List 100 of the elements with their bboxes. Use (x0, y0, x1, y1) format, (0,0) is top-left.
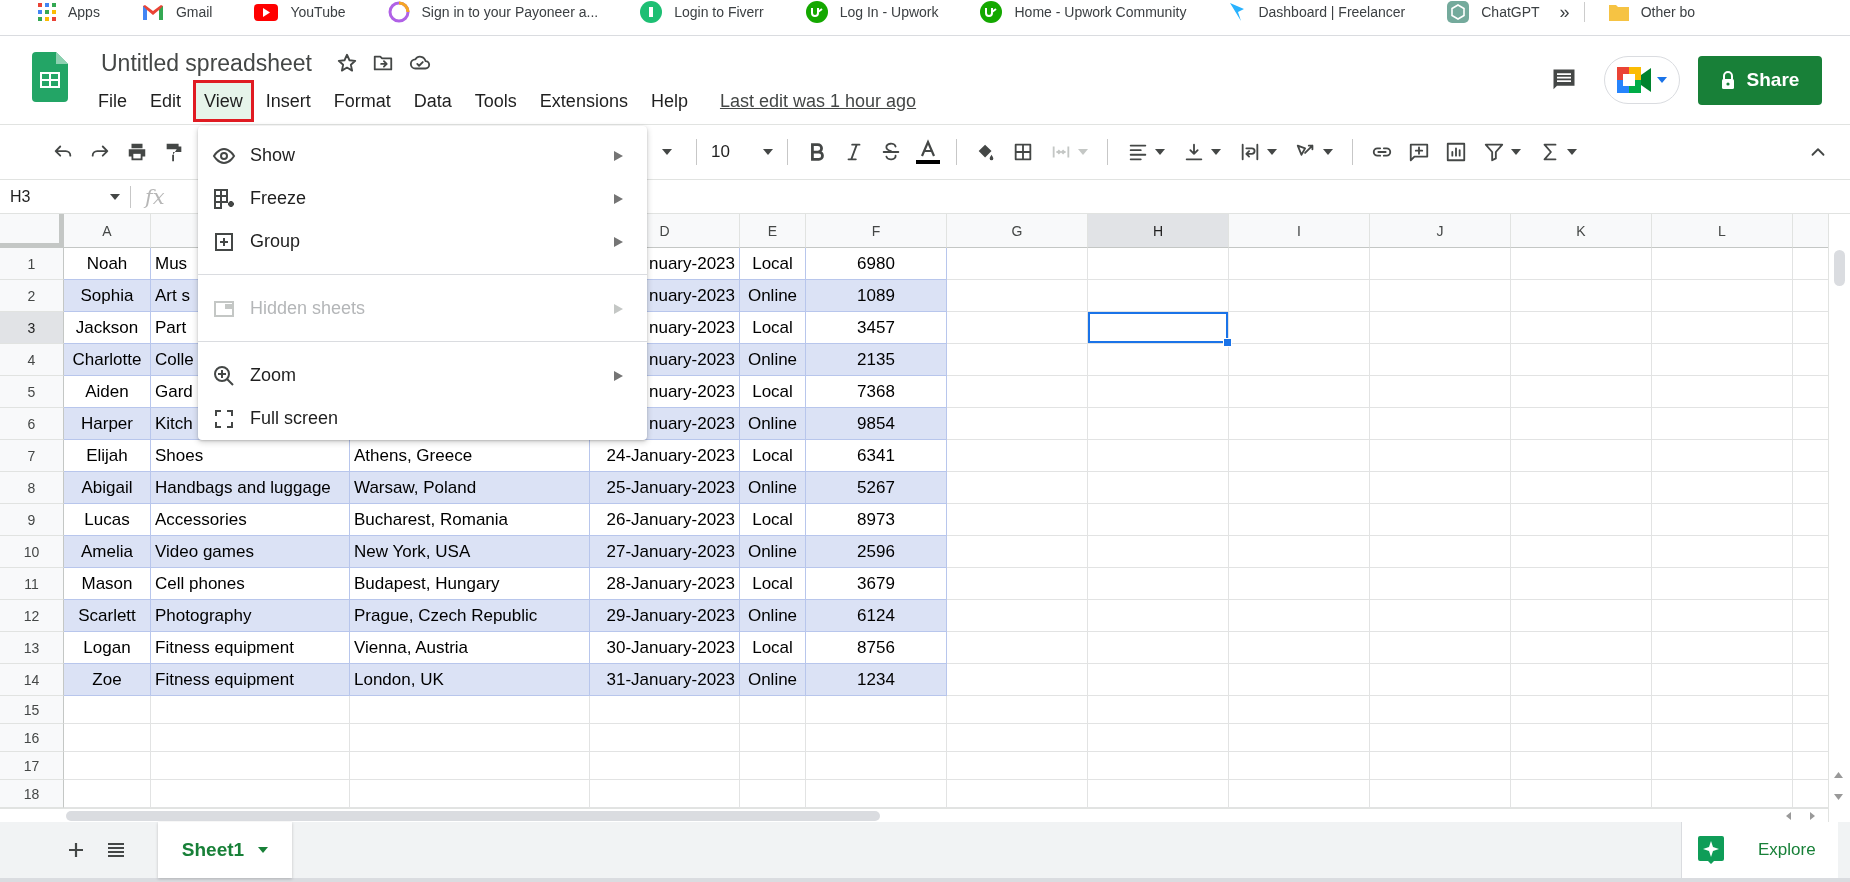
scrollbar-thumb[interactable] (66, 811, 880, 821)
menu-icon[interactable] (107, 842, 125, 858)
row-header[interactable]: 9 (0, 504, 64, 536)
row-header[interactable]: 17 (0, 752, 64, 780)
row-header[interactable]: 10 (0, 536, 64, 568)
round-logo-icon[interactable] (805, 1, 828, 23)
column-header[interactable]: G (947, 214, 1088, 248)
row-header[interactable]: 18 (0, 780, 64, 808)
fill-handle[interactable] (1223, 338, 1232, 347)
scroll-up-icon[interactable] (1834, 772, 1843, 778)
caret-icon[interactable] (1511, 149, 1521, 155)
column-header[interactable]: L (1652, 214, 1793, 248)
menu-item[interactable]: View (193, 80, 254, 122)
menu-item[interactable]: Show (198, 134, 647, 177)
table-cell: 29-January-2023 (590, 600, 740, 632)
row-header[interactable]: 3 (0, 312, 64, 344)
row-header[interactable]: 11 (0, 568, 64, 600)
bookmark-link[interactable]: Home - Upwork Community (970, 1, 1197, 23)
table-cell: Zoe (64, 664, 151, 696)
caret-icon[interactable] (1323, 149, 1333, 155)
explore-button[interactable]: Explore (1681, 822, 1838, 878)
scroll-right-icon[interactable] (1808, 812, 1816, 820)
table-cell: Harper (64, 408, 151, 440)
row-header[interactable]: 1 (0, 248, 64, 280)
row-header[interactable]: 7 (0, 440, 64, 472)
scroll-left-icon[interactable] (1785, 812, 1793, 820)
mail-icon[interactable] (141, 3, 164, 21)
zoom-in-icon (212, 363, 236, 388)
apps-icon[interactable] (38, 3, 56, 21)
menu-item[interactable]: Tools (463, 80, 528, 122)
sheet-tab[interactable]: Sheet1 (158, 822, 292, 878)
add-icon[interactable] (67, 841, 85, 859)
document-title[interactable]: Untitled spreadsheet (101, 49, 312, 77)
table-cell: Online (740, 600, 806, 632)
column-header[interactable]: F (806, 214, 947, 248)
row-header[interactable]: 13 (0, 632, 64, 664)
caret-icon[interactable] (763, 149, 773, 155)
share-button[interactable]: Share (1698, 55, 1822, 105)
text-wrap-icon[interactable] (1239, 141, 1261, 163)
menu-item[interactable]: Format (322, 80, 402, 122)
menu-item[interactable]: File (87, 80, 138, 122)
row-header[interactable]: 15 (0, 696, 64, 724)
caret-icon[interactable] (110, 193, 120, 200)
row-header[interactable]: 14 (0, 664, 64, 696)
bookmark-link[interactable]: Log In - Upwork (795, 1, 949, 23)
menu-item[interactable]: Insert (254, 80, 322, 122)
bookmark-link[interactable]: Gmail (131, 1, 223, 23)
column-header[interactable]: K (1511, 214, 1652, 248)
row-header[interactable]: 8 (0, 472, 64, 504)
filter-icon[interactable] (1483, 141, 1505, 163)
add-comment-icon[interactable] (1407, 141, 1430, 163)
name-box[interactable]: H3 (0, 179, 130, 214)
row-header[interactable]: 2 (0, 280, 64, 312)
column-header[interactable]: E (740, 214, 806, 248)
row-header[interactable]: 6 (0, 408, 64, 440)
last-edit-link[interactable]: Last edit was 1 hour ago (719, 90, 917, 112)
chart-icon[interactable] (1444, 141, 1467, 163)
table-cell (740, 696, 806, 724)
menu-item[interactable]: Edit (139, 80, 193, 122)
table-cell: 31-January-2023 (590, 664, 740, 696)
row-header[interactable]: 5 (0, 376, 64, 408)
table-cell: 2596 (806, 536, 947, 568)
row-header[interactable]: 16 (0, 724, 64, 752)
caret-icon[interactable] (1267, 149, 1277, 155)
bookmark-link[interactable]: Dashboard | Freelancer (1218, 1, 1416, 23)
selected-cell[interactable] (1088, 312, 1229, 344)
column-header[interactable]: J (1370, 214, 1511, 248)
bookmark-link[interactable]: ChatGPT (1437, 1, 1550, 23)
caret-icon[interactable] (1155, 149, 1165, 155)
sheets-logo-icon[interactable] (32, 52, 68, 102)
text-color-icon[interactable] (914, 139, 941, 165)
round-logo-icon[interactable] (980, 1, 1003, 23)
star-icon[interactable] (335, 52, 358, 74)
menu-item[interactable]: Extensions (528, 80, 639, 122)
table-cell: 27-January-2023 (590, 536, 740, 568)
bookmark-link[interactable]: Other bo (1598, 1, 1706, 23)
column-header[interactable]: I (1229, 214, 1370, 248)
caret-icon[interactable] (1211, 149, 1221, 155)
play-icon[interactable] (254, 3, 279, 21)
caret-icon[interactable] (258, 847, 269, 853)
caret-icon[interactable] (1657, 77, 1667, 83)
font-size-dropdown[interactable]: 10 (707, 142, 777, 162)
ring-icon[interactable] (387, 1, 410, 23)
column-header[interactable]: H (1088, 214, 1229, 248)
more-bookmarks-link[interactable]: » (1553, 1, 1576, 23)
vertical-align-icon[interactable] (1183, 141, 1205, 163)
caret-icon[interactable] (1567, 149, 1577, 155)
row-header[interactable]: 12 (0, 600, 64, 632)
bookmark-link[interactable]: Login to Fiverr (630, 1, 774, 23)
bookmark-link[interactable]: Apps (28, 1, 110, 23)
caret-icon[interactable] (662, 149, 672, 155)
menu-item[interactable]: Data (402, 80, 463, 122)
scrollbar-thumb[interactable] (1834, 250, 1845, 286)
scroll-down-icon[interactable] (1834, 794, 1843, 800)
bookmark-link[interactable]: Sign in to your Payoneer a... (377, 1, 609, 23)
menu-item[interactable]: Help (639, 80, 699, 122)
column-header[interactable]: A (64, 214, 151, 248)
bookmark-link[interactable]: YouTube (244, 1, 356, 23)
row-header[interactable]: 4 (0, 344, 64, 376)
table-cell: 5267 (806, 472, 947, 504)
